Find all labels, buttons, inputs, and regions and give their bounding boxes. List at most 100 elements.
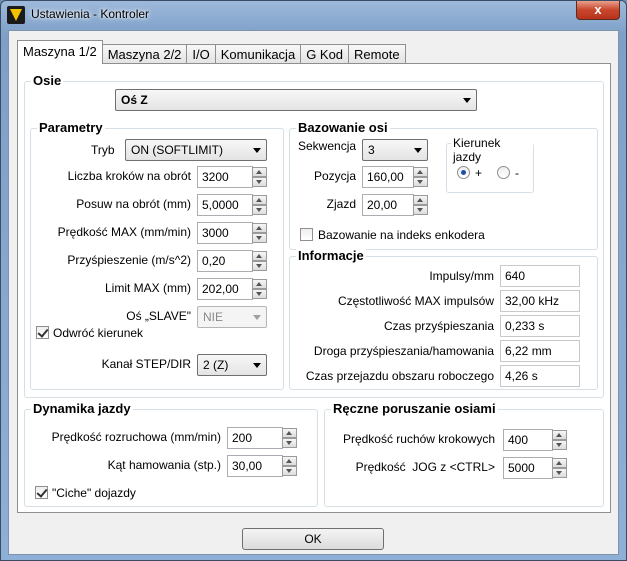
- predkosc-max-input[interactable]: [197, 222, 253, 244]
- spin-up-icon[interactable]: [282, 456, 297, 466]
- przyspieszenie-spin-buttons[interactable]: [252, 251, 267, 271]
- tab-komunikacja[interactable]: Komunikacja: [214, 44, 302, 64]
- krokowe-stepper[interactable]: [503, 429, 567, 451]
- spin-down-icon[interactable]: [252, 289, 267, 299]
- limit-max-spin-buttons[interactable]: [252, 279, 267, 299]
- tab-remote[interactable]: Remote: [348, 44, 406, 64]
- odwroc-kierunek-checkbox[interactable]: [36, 326, 49, 339]
- spin-down-icon[interactable]: [252, 177, 267, 187]
- kat-hamowania-input[interactable]: [227, 455, 283, 477]
- kroki-label: Liczba kroków na obrót: [67, 169, 191, 183]
- limit-max-stepper[interactable]: [197, 278, 267, 300]
- czas-przejazdu-value: 4,26 s: [500, 365, 580, 387]
- bazowanie-enkoder-checkbox[interactable]: [300, 228, 313, 241]
- tab-maszyna-1-2[interactable]: Maszyna 1/2: [17, 40, 103, 64]
- limit-max-input[interactable]: [197, 278, 253, 300]
- kanal-select[interactable]: 2 (Z): [197, 354, 267, 376]
- kierunek-minus-label: -: [515, 166, 519, 180]
- posuw-label: Posuw na obrót (mm): [76, 197, 191, 211]
- tab-io[interactable]: I/O: [186, 44, 216, 64]
- kierunek-plus-radio[interactable]: [457, 166, 470, 179]
- window-title: Ustawienia - Kontroler: [31, 7, 150, 21]
- spin-up-icon[interactable]: [413, 195, 428, 205]
- impulsy-value: 640: [500, 265, 580, 287]
- spin-down-icon[interactable]: [413, 177, 428, 187]
- tryb-value: ON (SOFTLIMIT): [131, 143, 223, 157]
- tab-maszyna-2-2[interactable]: Maszyna 2/2: [101, 44, 188, 64]
- spin-up-icon[interactable]: [282, 428, 297, 438]
- jog-stepper[interactable]: [503, 457, 567, 479]
- kierunek-minus-radio[interactable]: [497, 166, 510, 179]
- kierunek-jazdy-group: Kierunek jazdy + -: [446, 136, 534, 193]
- spin-up-icon[interactable]: [252, 167, 267, 177]
- spin-down-icon[interactable]: [282, 466, 297, 476]
- posuw-spin-buttons[interactable]: [252, 195, 267, 215]
- kierunek-plus-label: +: [475, 166, 483, 180]
- jog-input[interactable]: [503, 457, 553, 479]
- odwroc-kierunek-label: Odwróć kierunek: [53, 326, 144, 340]
- spin-up-icon[interactable]: [252, 251, 267, 261]
- spin-down-icon[interactable]: [252, 205, 267, 215]
- sekwencja-select[interactable]: 3: [362, 139, 428, 161]
- predkosc-max-stepper[interactable]: [197, 222, 267, 244]
- krokowe-spin-buttons[interactable]: [552, 430, 567, 450]
- rozruch-stepper[interactable]: [227, 427, 297, 449]
- spin-down-icon[interactable]: [413, 205, 428, 215]
- kroki-input[interactable]: [197, 166, 253, 188]
- ok-button[interactable]: OK: [242, 528, 384, 550]
- krokowe-input[interactable]: [503, 429, 553, 451]
- spin-down-icon[interactable]: [282, 438, 297, 448]
- rozruch-input[interactable]: [227, 427, 283, 449]
- posuw-input[interactable]: [197, 194, 253, 216]
- sekwencja-value: 3: [368, 143, 375, 157]
- kat-hamowania-stepper[interactable]: [227, 455, 297, 477]
- spin-up-icon[interactable]: [252, 223, 267, 233]
- rozruch-label: Prędkość rozruchowa (mm/min): [51, 430, 221, 444]
- close-button[interactable]: x: [576, 1, 620, 20]
- tab-strip: Maszyna 1/2 Maszyna 2/2 I/O Komunikacja …: [17, 40, 406, 64]
- spin-down-icon[interactable]: [252, 261, 267, 271]
- kroki-stepper[interactable]: [197, 166, 267, 188]
- axis-select[interactable]: Oś Z: [115, 89, 477, 111]
- reczne-title: Ręczne poruszanie osiami: [331, 401, 498, 416]
- impulsy-label: Impulsy/mm: [429, 269, 494, 283]
- zjazd-stepper[interactable]: [362, 194, 428, 216]
- kroki-spin-buttons[interactable]: [252, 167, 267, 187]
- pozycja-spin-buttons[interactable]: [413, 167, 428, 187]
- rozruch-spin-buttons[interactable]: [282, 428, 297, 448]
- spin-up-icon[interactable]: [252, 195, 267, 205]
- przyspieszenie-input[interactable]: [197, 250, 253, 272]
- slave-select[interactable]: NIE: [197, 306, 267, 328]
- tab-panel: Osie Oś Z Parametry Tryb ON (SOFTLIMIT) …: [17, 63, 611, 513]
- czas-przejazdu-label: Czas przejazdu obszaru roboczego: [305, 369, 494, 383]
- parametry-group: Parametry Tryb ON (SOFTLIMIT) Liczba kro…: [30, 120, 284, 390]
- zjazd-input[interactable]: [362, 194, 414, 216]
- spin-up-icon[interactable]: [413, 167, 428, 177]
- tab-g-kod[interactable]: G Kod: [300, 44, 350, 64]
- spin-down-icon[interactable]: [252, 233, 267, 243]
- ciche-dojazdy-checkbox[interactable]: [35, 486, 48, 499]
- reczne-group: Ręczne poruszanie osiami Prędkość ruchów…: [324, 401, 604, 507]
- spin-down-icon[interactable]: [552, 468, 567, 478]
- kierunek-jazdy-title: Kierunek jazdy: [451, 136, 533, 164]
- kanal-label: Kanał STEP/DIR: [101, 357, 191, 371]
- spin-up-icon[interactable]: [552, 458, 567, 468]
- posuw-stepper[interactable]: [197, 194, 267, 216]
- spin-up-icon[interactable]: [552, 430, 567, 440]
- spin-up-icon[interactable]: [252, 279, 267, 289]
- pozycja-input[interactable]: [362, 166, 414, 188]
- spin-down-icon[interactable]: [552, 440, 567, 450]
- chevron-down-icon: [253, 363, 261, 368]
- dynamika-group: Dynamika jazdy Prędkość rozruchowa (mm/m…: [24, 401, 318, 507]
- predkosc-max-spin-buttons[interactable]: [252, 223, 267, 243]
- jog-spin-buttons[interactable]: [552, 458, 567, 478]
- axis-select-value: Oś Z: [121, 93, 148, 107]
- przyspieszenie-stepper[interactable]: [197, 250, 267, 272]
- zjazd-spin-buttons[interactable]: [413, 195, 428, 215]
- kat-hamowania-spin-buttons[interactable]: [282, 456, 297, 476]
- czas-przyspieszania-value: 0,233 s: [500, 315, 580, 337]
- tryb-select[interactable]: ON (SOFTLIMIT): [125, 139, 267, 161]
- osie-group: Osie Oś Z Parametry Tryb ON (SOFTLIMIT) …: [24, 73, 604, 398]
- zjazd-label: Zjazd: [326, 197, 356, 211]
- pozycja-stepper[interactable]: [362, 166, 428, 188]
